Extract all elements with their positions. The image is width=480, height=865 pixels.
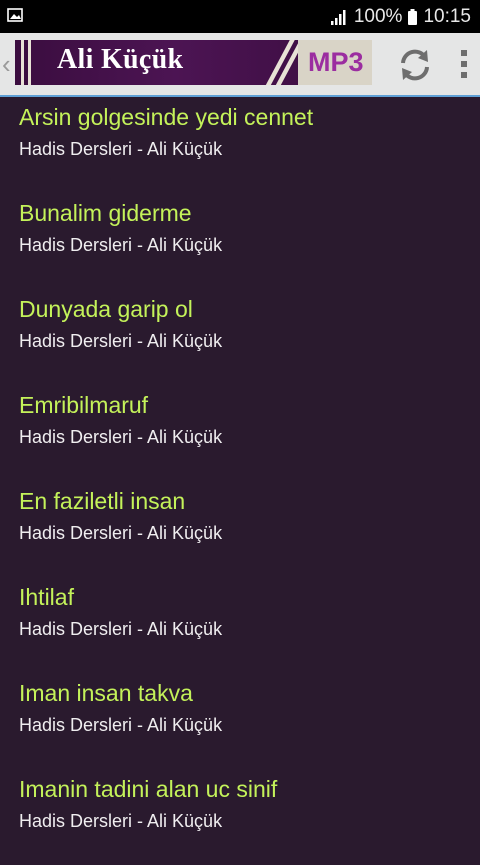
track-title: Iman insan takva <box>19 680 193 706</box>
track-title: Dunyada garip ol <box>19 296 193 322</box>
status-bar: 100% 10:15 <box>0 0 480 33</box>
list-item[interactable]: Dunyada garip ol Hadis Dersleri - Ali Kü… <box>0 289 480 385</box>
list-item[interactable]: Ihtilaf Hadis Dersleri - Ali Küçük <box>0 577 480 673</box>
track-subtitle: Hadis Dersleri - Ali Küçük <box>19 427 223 447</box>
logo-badge: MP3 <box>308 47 364 77</box>
track-title: Emribilmaruf <box>19 392 149 418</box>
signal-icon <box>330 9 346 25</box>
track-subtitle: Hadis Dersleri - Ali Küçük <box>19 619 223 639</box>
track-title: En faziletli insan <box>19 488 186 514</box>
track-subtitle: Hadis Dersleri - Ali Küçük <box>19 811 223 831</box>
battery-icon <box>408 8 418 25</box>
refresh-icon[interactable] <box>396 46 434 84</box>
logo-line <box>28 40 31 85</box>
list-item[interactable]: Imanin tadini alan uc sinif Hadis Dersle… <box>0 769 480 865</box>
track-title: Bunalim giderme <box>19 200 192 226</box>
track-title: Arsin golgesinde yedi cennet <box>19 104 314 130</box>
track-title: Ihtilaf <box>19 584 74 610</box>
list-item[interactable]: Iman insan takva Hadis Dersleri - Ali Kü… <box>0 673 480 769</box>
track-subtitle: Hadis Dersleri - Ali Küçük <box>19 523 223 543</box>
track-subtitle: Hadis Dersleri - Ali Küçük <box>19 235 223 255</box>
track-subtitle: Hadis Dersleri - Ali Küçük <box>19 715 223 735</box>
list-item[interactable]: Arsin golgesinde yedi cennet Hadis Dersl… <box>0 97 480 193</box>
action-bar: ‹ Ali Küçük MP3 <box>0 33 480 97</box>
overflow-menu-icon[interactable] <box>456 48 472 80</box>
track-subtitle: Hadis Dersleri - Ali Küçük <box>19 139 223 159</box>
track-title: Imanin tadini alan uc sinif <box>19 776 278 802</box>
status-right: 100% 10:15 <box>330 0 471 33</box>
track-subtitle: Hadis Dersleri - Ali Küçük <box>19 331 223 351</box>
track-list: Arsin golgesinde yedi cennet Hadis Dersl… <box>0 97 480 865</box>
app-logo: Ali Küçük MP3 <box>15 40 372 85</box>
up-chevron-icon[interactable]: ‹ <box>2 49 11 80</box>
list-item[interactable]: En faziletli insan Hadis Dersleri - Ali … <box>0 481 480 577</box>
image-icon <box>7 8 23 22</box>
list-item[interactable]: Bunalim giderme Hadis Dersleri - Ali Küç… <box>0 193 480 289</box>
battery-percent: 100% <box>353 5 403 27</box>
logo-title: Ali Küçük <box>57 44 184 75</box>
logo-line <box>21 40 24 85</box>
clock: 10:15 <box>423 5 471 27</box>
list-item[interactable]: Emribilmaruf Hadis Dersleri - Ali Küçük <box>0 385 480 481</box>
